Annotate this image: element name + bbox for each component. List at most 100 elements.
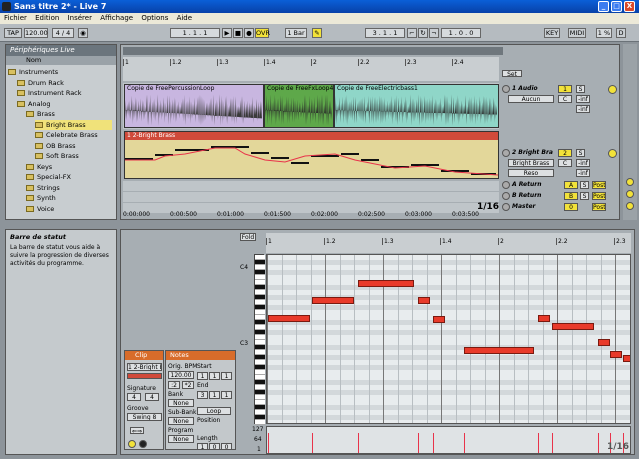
send-knob[interactable]: -inf — [576, 95, 590, 103]
solo-button[interactable]: S — [576, 149, 585, 157]
menu-inserer[interactable]: Insérer — [68, 14, 92, 22]
loop-start-field[interactable]: 3 . 1 . 1 — [365, 28, 405, 38]
close-button[interactable]: X — [624, 1, 635, 12]
browser-item[interactable]: OB Brass — [35, 141, 112, 151]
end-sixteenth[interactable]: 1 — [221, 391, 232, 399]
browser-item[interactable]: Synth — [26, 193, 112, 203]
solo-button[interactable]: S — [576, 85, 585, 93]
end-beat[interactable]: 1 — [209, 391, 220, 399]
browser-item[interactable]: Brass — [26, 109, 112, 119]
browser-item[interactable]: Instrument Rack — [17, 88, 112, 98]
track-name[interactable]: 1 Audio — [512, 85, 538, 92]
input-menu[interactable]: Bright Brass — [508, 159, 554, 167]
post-button[interactable]: Post — [592, 181, 606, 189]
midi-note[interactable] — [623, 355, 630, 362]
browser-item[interactable]: Bright Brass — [35, 119, 112, 130]
track-fold-icon[interactable] — [502, 203, 510, 211]
key-map-button[interactable]: KEY — [544, 28, 560, 38]
clip-help-icon[interactable] — [139, 440, 147, 448]
velocity-bar[interactable] — [552, 433, 553, 453]
quantize-menu[interactable]: 1 Bar — [285, 28, 307, 38]
view-toggle-icon[interactable] — [626, 202, 634, 210]
track-fold-icon[interactable] — [502, 192, 510, 200]
menu-options[interactable]: Options — [141, 14, 168, 22]
velocity-editor[interactable] — [266, 426, 631, 454]
menu-affichage[interactable]: Affichage — [100, 14, 133, 22]
browser-item[interactable]: Analog — [17, 99, 112, 109]
menu-edition[interactable]: Edition — [35, 14, 59, 22]
double-tempo-button[interactable]: *2 — [182, 381, 194, 389]
view-toggle-icon[interactable] — [626, 178, 634, 186]
overview-bar[interactable] — [123, 47, 503, 55]
half-tempo-button[interactable]: :2 — [168, 381, 180, 389]
overdub-button[interactable]: OVR — [255, 28, 270, 38]
midi-map-button[interactable]: MIDI — [568, 28, 586, 38]
length-bar[interactable]: 1 — [197, 443, 208, 450]
midi-note[interactable] — [538, 315, 550, 322]
groove-menu[interactable]: Swing 8 — [127, 413, 162, 421]
clip-name-field[interactable]: 1 2-Bright Br — [127, 363, 162, 371]
bank-menu[interactable]: None — [168, 399, 194, 407]
midi-note[interactable] — [433, 316, 445, 323]
input-channel-menu[interactable]: Reso — [508, 169, 554, 177]
track-activator[interactable]: 1 — [558, 85, 572, 93]
clip-activator-icon[interactable] — [128, 440, 136, 448]
loop-icon[interactable]: ↻ — [418, 28, 428, 38]
velocity-bar[interactable] — [598, 433, 599, 453]
browser-item[interactable]: Drum Rack — [17, 78, 112, 88]
length-sixteenth[interactable]: 0 — [221, 443, 232, 450]
view-toggle-icon[interactable] — [626, 190, 634, 198]
track-activator[interactable]: A — [564, 181, 578, 189]
clip-nudge-icon[interactable]: ⇐⇒ — [130, 427, 144, 434]
arm-icon[interactable] — [608, 149, 617, 158]
browser-item[interactable]: Voice — [26, 204, 112, 214]
input-menu[interactable]: Aucun — [508, 95, 554, 103]
midi-note[interactable] — [598, 339, 610, 346]
midi-note[interactable] — [552, 323, 594, 330]
browser-item[interactable]: Strings — [26, 183, 112, 193]
clip-signature-denominator[interactable]: 4 — [145, 393, 159, 401]
send-knob[interactable]: -inf — [576, 105, 590, 113]
browser-item[interactable]: Soft Brass — [35, 151, 112, 161]
editor-ruler[interactable]: 1 1.2 1.3 1.4 2 2.2 2.3 — [266, 233, 631, 253]
maximize-button[interactable]: □ — [611, 1, 622, 12]
audio-clip-percussion[interactable]: Copie de FreePercussionLoop — [124, 84, 264, 128]
punch-out-icon[interactable]: ¬ — [429, 28, 439, 38]
punch-in-icon[interactable]: ⌐ — [407, 28, 417, 38]
play-icon[interactable]: ▶ — [222, 28, 232, 38]
record-icon[interactable]: ● — [244, 28, 254, 38]
fold-button[interactable]: Fold — [240, 233, 256, 241]
track-activator[interactable]: 2 — [558, 149, 572, 157]
track-name[interactable]: B Return — [512, 192, 541, 199]
loop-button[interactable]: Loop — [197, 407, 231, 415]
draw-mode-icon[interactable]: ✎ — [312, 28, 322, 38]
velocity-bar[interactable] — [312, 433, 313, 453]
loop-length-field[interactable]: 1 . 0 . 0 — [441, 28, 481, 38]
track-name[interactable]: Master — [512, 203, 536, 210]
track-fold-icon[interactable] — [502, 149, 510, 157]
velocity-bar[interactable] — [268, 433, 269, 453]
menu-aide[interactable]: Aide — [177, 14, 192, 22]
post-button[interactable]: Post — [592, 192, 606, 200]
midi-note[interactable] — [312, 297, 354, 304]
clip-color-swatch[interactable] — [127, 373, 162, 379]
solo-button[interactable]: S — [580, 192, 589, 200]
subbank-menu[interactable]: None — [168, 417, 194, 425]
midi-note[interactable] — [464, 347, 534, 354]
arrangement-ruler[interactable]: 1 1.2 1.3 1.4 2 2.2 2.3 2.4 — [123, 57, 499, 81]
time-signature-field[interactable]: 4 / 4 — [52, 28, 74, 38]
program-menu[interactable]: None — [168, 435, 194, 443]
audio-clip-bass[interactable]: Copie de FreeElectricbass1 — [334, 84, 499, 128]
velocity-bar[interactable] — [433, 433, 434, 453]
track-name[interactable]: A Return — [512, 181, 542, 188]
stop-icon[interactable]: ■ — [233, 28, 243, 38]
browser-item[interactable]: Special-FX — [26, 172, 112, 182]
clip-signature-numerator[interactable]: 4 — [127, 393, 141, 401]
velocity-bar[interactable] — [358, 433, 359, 453]
track-activator[interactable]: B — [564, 192, 578, 200]
browser-item[interactable]: Instruments — [8, 67, 112, 77]
midi-note[interactable] — [358, 280, 414, 287]
song-position-field[interactable]: 1 . 1 . 1 — [170, 28, 220, 38]
minimize-button[interactable]: _ — [598, 1, 609, 12]
tempo-field[interactable]: 120.00 — [24, 28, 48, 38]
